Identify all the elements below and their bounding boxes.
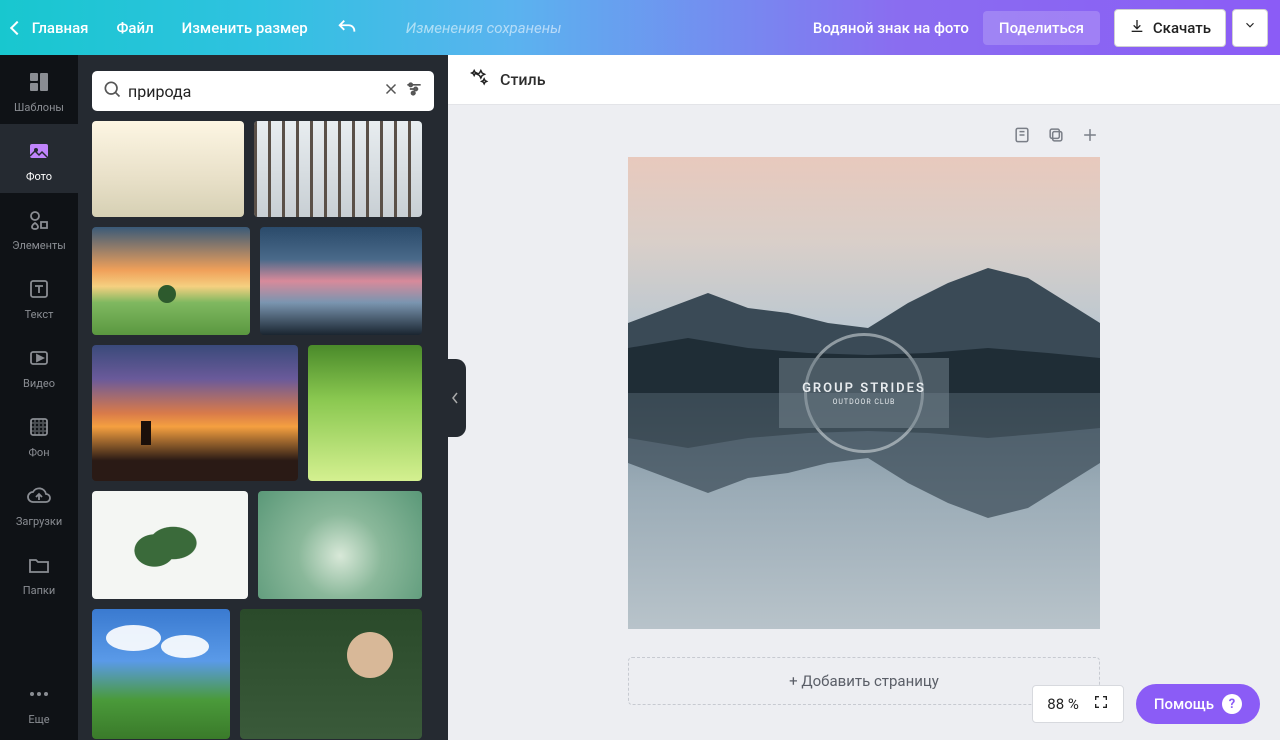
templates-icon bbox=[26, 69, 52, 95]
search-box bbox=[92, 71, 434, 111]
add-page-button[interactable]: + Добавить страницу bbox=[628, 657, 1100, 705]
photo-thumb[interactable] bbox=[92, 121, 244, 217]
rail-folders-label: Папки bbox=[23, 584, 55, 597]
rail-elements-label: Элементы bbox=[12, 239, 66, 252]
add-page-icon-button[interactable] bbox=[1080, 125, 1100, 149]
chevron-left-icon bbox=[10, 20, 24, 34]
top-right-group: Водяной знак на фото Поделиться Скачать bbox=[813, 9, 1268, 47]
photo-thumb[interactable] bbox=[254, 121, 422, 217]
search-row bbox=[78, 55, 448, 121]
video-icon bbox=[26, 345, 52, 371]
folders-icon bbox=[26, 552, 52, 578]
photo-thumb[interactable] bbox=[92, 609, 230, 739]
search-input[interactable] bbox=[122, 82, 378, 101]
rail-video-label: Видео bbox=[23, 377, 55, 390]
search-icon bbox=[102, 79, 122, 103]
undo-button[interactable] bbox=[336, 17, 358, 39]
plus-icon bbox=[1080, 125, 1100, 145]
help-button[interactable]: Помощь ? bbox=[1136, 684, 1260, 724]
canvas-scroll: GROUP STRIDES OUTDOOR CLUB + Добавить ст… bbox=[448, 105, 1280, 740]
rail-video[interactable]: Видео bbox=[0, 331, 78, 400]
rail-folders[interactable]: Папки bbox=[0, 538, 78, 607]
download-options-button[interactable] bbox=[1232, 9, 1268, 47]
chevron-down-icon bbox=[1243, 18, 1257, 32]
help-label: Помощь bbox=[1154, 695, 1214, 713]
fullscreen-button[interactable] bbox=[1093, 694, 1109, 714]
clear-search-button[interactable] bbox=[382, 80, 400, 102]
rail-elements[interactable]: Элементы bbox=[0, 193, 78, 262]
filter-button[interactable] bbox=[404, 79, 424, 103]
elements-icon bbox=[26, 207, 52, 233]
zoom-control[interactable]: 88 % bbox=[1032, 685, 1124, 723]
photo-thumb[interactable] bbox=[260, 227, 422, 335]
rail-templates-label: Шаблоны bbox=[14, 101, 64, 114]
photos-panel bbox=[78, 55, 448, 740]
rail-text-label: Текст bbox=[25, 308, 54, 321]
help-icon: ? bbox=[1222, 694, 1242, 714]
logo-badge[interactable]: GROUP STRIDES OUTDOOR CLUB bbox=[779, 358, 949, 428]
home-button[interactable]: Главная bbox=[12, 19, 88, 37]
rail-templates[interactable]: Шаблоны bbox=[0, 55, 78, 124]
canvas-area: Стиль bbox=[448, 55, 1280, 740]
rail-photos[interactable]: Фото bbox=[0, 124, 78, 193]
save-status: Изменения сохранены bbox=[406, 19, 562, 37]
home-label: Главная bbox=[32, 19, 89, 37]
uploads-icon bbox=[26, 483, 52, 509]
download-group: Скачать bbox=[1114, 9, 1268, 47]
background-icon bbox=[26, 414, 52, 440]
copy-icon bbox=[1046, 125, 1066, 145]
rail-more[interactable]: Еще bbox=[0, 667, 78, 740]
close-icon bbox=[382, 80, 400, 98]
rail-uploads-label: Загрузки bbox=[16, 515, 62, 528]
photo-thumb[interactable] bbox=[258, 491, 422, 599]
zoom-value: 88 % bbox=[1047, 695, 1079, 713]
fullscreen-icon bbox=[1093, 694, 1109, 710]
main-area: Шаблоны Фото Элементы Текст Видео bbox=[0, 55, 1280, 740]
page-tools bbox=[628, 125, 1100, 149]
left-rail: Шаблоны Фото Элементы Текст Видео bbox=[0, 55, 78, 740]
photo-gallery bbox=[78, 121, 448, 740]
undo-icon bbox=[336, 17, 358, 39]
photo-thumb[interactable] bbox=[92, 345, 298, 481]
rail-background-label: Фон bbox=[28, 446, 49, 459]
rail-photos-label: Фото bbox=[26, 170, 52, 183]
filter-icon bbox=[404, 79, 424, 99]
top-toolbar: Главная Файл Изменить размер Изменения с… bbox=[0, 0, 1280, 55]
download-label: Скачать bbox=[1153, 19, 1211, 37]
rail-text[interactable]: Текст bbox=[0, 262, 78, 331]
photo-thumb[interactable] bbox=[92, 227, 250, 335]
photo-thumb[interactable] bbox=[92, 491, 248, 599]
download-button[interactable]: Скачать bbox=[1114, 9, 1226, 47]
logo-subtext: OUTDOOR CLUB bbox=[833, 398, 896, 406]
rail-background[interactable]: Фон bbox=[0, 400, 78, 469]
download-icon bbox=[1129, 18, 1145, 38]
photos-icon bbox=[26, 138, 52, 164]
photo-thumb[interactable] bbox=[240, 609, 422, 739]
style-bar: Стиль bbox=[448, 55, 1280, 105]
text-icon bbox=[26, 276, 52, 302]
more-icon bbox=[26, 681, 52, 707]
watermark-link[interactable]: Водяной знак на фото bbox=[813, 19, 969, 37]
notes-button[interactable] bbox=[1012, 125, 1032, 149]
rail-uploads[interactable]: Загрузки bbox=[0, 469, 78, 538]
canvas-page[interactable]: GROUP STRIDES OUTDOOR CLUB bbox=[628, 157, 1100, 629]
bottom-controls: 88 % Помощь ? bbox=[1032, 684, 1260, 724]
photo-thumb[interactable] bbox=[308, 345, 422, 481]
file-menu[interactable]: Файл bbox=[116, 19, 153, 37]
top-left-group: Главная Файл Изменить размер Изменения с… bbox=[12, 17, 562, 39]
style-icon bbox=[470, 68, 490, 92]
share-button[interactable]: Поделиться bbox=[983, 11, 1100, 45]
notes-icon bbox=[1012, 125, 1032, 145]
style-label[interactable]: Стиль bbox=[500, 70, 546, 89]
logo-text: GROUP STRIDES bbox=[802, 381, 926, 396]
rail-more-label: Еще bbox=[28, 713, 49, 726]
resize-menu[interactable]: Изменить размер bbox=[182, 19, 308, 37]
duplicate-page-button[interactable] bbox=[1046, 125, 1066, 149]
